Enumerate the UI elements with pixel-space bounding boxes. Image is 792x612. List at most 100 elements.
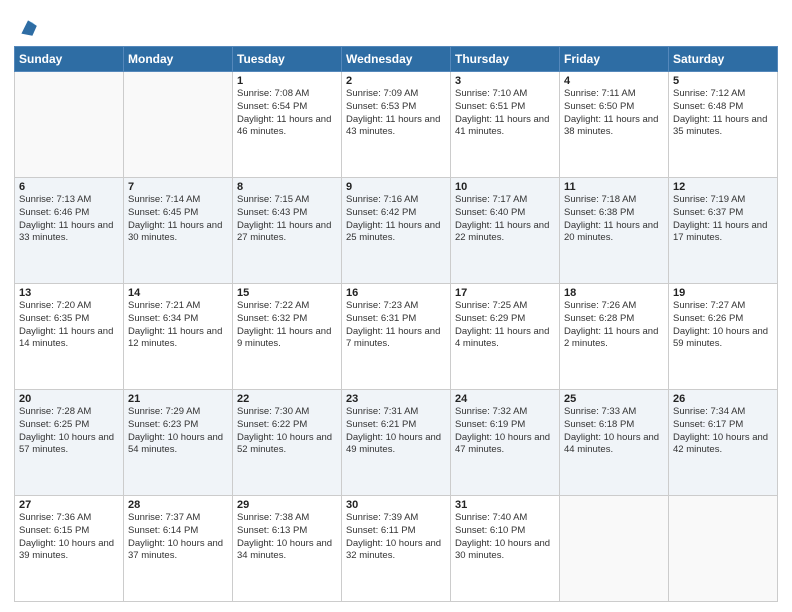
calendar-cell: 19Sunrise: 7:27 AM Sunset: 6:26 PM Dayli… [669,284,778,390]
calendar-cell: 7Sunrise: 7:14 AM Sunset: 6:45 PM Daylig… [124,178,233,284]
day-number: 16 [346,287,446,299]
day-info: Sunrise: 7:38 AM Sunset: 6:13 PM Dayligh… [237,512,337,563]
day-number: 4 [564,75,664,87]
day-info: Sunrise: 7:40 AM Sunset: 6:10 PM Dayligh… [455,512,555,563]
calendar-cell: 23Sunrise: 7:31 AM Sunset: 6:21 PM Dayli… [342,390,451,496]
day-number: 1 [237,75,337,87]
day-number: 2 [346,75,446,87]
calendar-cell: 2Sunrise: 7:09 AM Sunset: 6:53 PM Daylig… [342,72,451,178]
day-number: 27 [19,499,119,511]
calendar-cell: 22Sunrise: 7:30 AM Sunset: 6:22 PM Dayli… [233,390,342,496]
day-number: 12 [673,181,773,193]
day-info: Sunrise: 7:15 AM Sunset: 6:43 PM Dayligh… [237,194,337,245]
calendar-cell [669,496,778,602]
day-info: Sunrise: 7:12 AM Sunset: 6:48 PM Dayligh… [673,88,773,139]
weekday-header-saturday: Saturday [669,47,778,72]
day-info: Sunrise: 7:18 AM Sunset: 6:38 PM Dayligh… [564,194,664,245]
day-number: 3 [455,75,555,87]
day-info: Sunrise: 7:20 AM Sunset: 6:35 PM Dayligh… [19,300,119,351]
day-info: Sunrise: 7:31 AM Sunset: 6:21 PM Dayligh… [346,406,446,457]
day-info: Sunrise: 7:36 AM Sunset: 6:15 PM Dayligh… [19,512,119,563]
calendar-week-2: 6Sunrise: 7:13 AM Sunset: 6:46 PM Daylig… [15,178,778,284]
day-info: Sunrise: 7:17 AM Sunset: 6:40 PM Dayligh… [455,194,555,245]
day-info: Sunrise: 7:28 AM Sunset: 6:25 PM Dayligh… [19,406,119,457]
day-number: 28 [128,499,228,511]
calendar-cell: 12Sunrise: 7:19 AM Sunset: 6:37 PM Dayli… [669,178,778,284]
calendar-cell: 24Sunrise: 7:32 AM Sunset: 6:19 PM Dayli… [451,390,560,496]
weekday-header-wednesday: Wednesday [342,47,451,72]
calendar-week-1: 1Sunrise: 7:08 AM Sunset: 6:54 PM Daylig… [15,72,778,178]
calendar-cell: 26Sunrise: 7:34 AM Sunset: 6:17 PM Dayli… [669,390,778,496]
calendar-cell: 18Sunrise: 7:26 AM Sunset: 6:28 PM Dayli… [560,284,669,390]
calendar-cell: 21Sunrise: 7:29 AM Sunset: 6:23 PM Dayli… [124,390,233,496]
calendar-cell: 13Sunrise: 7:20 AM Sunset: 6:35 PM Dayli… [15,284,124,390]
day-number: 30 [346,499,446,511]
day-number: 31 [455,499,555,511]
calendar-cell: 11Sunrise: 7:18 AM Sunset: 6:38 PM Dayli… [560,178,669,284]
calendar-cell: 29Sunrise: 7:38 AM Sunset: 6:13 PM Dayli… [233,496,342,602]
day-info: Sunrise: 7:23 AM Sunset: 6:31 PM Dayligh… [346,300,446,351]
day-number: 19 [673,287,773,299]
day-info: Sunrise: 7:30 AM Sunset: 6:22 PM Dayligh… [237,406,337,457]
header [14,10,778,38]
calendar-cell: 25Sunrise: 7:33 AM Sunset: 6:18 PM Dayli… [560,390,669,496]
day-info: Sunrise: 7:14 AM Sunset: 6:45 PM Dayligh… [128,194,228,245]
calendar-cell [560,496,669,602]
calendar-cell: 4Sunrise: 7:11 AM Sunset: 6:50 PM Daylig… [560,72,669,178]
day-info: Sunrise: 7:08 AM Sunset: 6:54 PM Dayligh… [237,88,337,139]
day-info: Sunrise: 7:10 AM Sunset: 6:51 PM Dayligh… [455,88,555,139]
day-number: 6 [19,181,119,193]
day-info: Sunrise: 7:21 AM Sunset: 6:34 PM Dayligh… [128,300,228,351]
day-info: Sunrise: 7:33 AM Sunset: 6:18 PM Dayligh… [564,406,664,457]
weekday-header-thursday: Thursday [451,47,560,72]
weekday-header-sunday: Sunday [15,47,124,72]
calendar-cell: 8Sunrise: 7:15 AM Sunset: 6:43 PM Daylig… [233,178,342,284]
day-info: Sunrise: 7:09 AM Sunset: 6:53 PM Dayligh… [346,88,446,139]
calendar-cell: 31Sunrise: 7:40 AM Sunset: 6:10 PM Dayli… [451,496,560,602]
calendar-cell: 30Sunrise: 7:39 AM Sunset: 6:11 PM Dayli… [342,496,451,602]
calendar-week-5: 27Sunrise: 7:36 AM Sunset: 6:15 PM Dayli… [15,496,778,602]
day-number: 22 [237,393,337,405]
day-number: 25 [564,393,664,405]
day-info: Sunrise: 7:27 AM Sunset: 6:26 PM Dayligh… [673,300,773,351]
calendar-cell [15,72,124,178]
day-number: 18 [564,287,664,299]
day-info: Sunrise: 7:32 AM Sunset: 6:19 PM Dayligh… [455,406,555,457]
weekday-header-row: SundayMondayTuesdayWednesdayThursdayFrid… [15,47,778,72]
day-number: 8 [237,181,337,193]
day-info: Sunrise: 7:16 AM Sunset: 6:42 PM Dayligh… [346,194,446,245]
calendar-cell: 3Sunrise: 7:10 AM Sunset: 6:51 PM Daylig… [451,72,560,178]
calendar-cell: 5Sunrise: 7:12 AM Sunset: 6:48 PM Daylig… [669,72,778,178]
day-info: Sunrise: 7:26 AM Sunset: 6:28 PM Dayligh… [564,300,664,351]
calendar-cell: 1Sunrise: 7:08 AM Sunset: 6:54 PM Daylig… [233,72,342,178]
day-number: 17 [455,287,555,299]
calendar-week-4: 20Sunrise: 7:28 AM Sunset: 6:25 PM Dayli… [15,390,778,496]
logo-icon [17,16,39,38]
calendar-cell: 15Sunrise: 7:22 AM Sunset: 6:32 PM Dayli… [233,284,342,390]
day-info: Sunrise: 7:13 AM Sunset: 6:46 PM Dayligh… [19,194,119,245]
day-number: 20 [19,393,119,405]
weekday-header-monday: Monday [124,47,233,72]
calendar-cell: 17Sunrise: 7:25 AM Sunset: 6:29 PM Dayli… [451,284,560,390]
day-number: 14 [128,287,228,299]
calendar-cell: 27Sunrise: 7:36 AM Sunset: 6:15 PM Dayli… [15,496,124,602]
calendar-cell: 6Sunrise: 7:13 AM Sunset: 6:46 PM Daylig… [15,178,124,284]
day-info: Sunrise: 7:37 AM Sunset: 6:14 PM Dayligh… [128,512,228,563]
calendar-cell: 20Sunrise: 7:28 AM Sunset: 6:25 PM Dayli… [15,390,124,496]
weekday-header-tuesday: Tuesday [233,47,342,72]
calendar-cell: 14Sunrise: 7:21 AM Sunset: 6:34 PM Dayli… [124,284,233,390]
weekday-header-friday: Friday [560,47,669,72]
logo [14,10,39,38]
day-info: Sunrise: 7:29 AM Sunset: 6:23 PM Dayligh… [128,406,228,457]
calendar-table: SundayMondayTuesdayWednesdayThursdayFrid… [14,46,778,602]
calendar-cell: 10Sunrise: 7:17 AM Sunset: 6:40 PM Dayli… [451,178,560,284]
day-number: 10 [455,181,555,193]
calendar-cell: 16Sunrise: 7:23 AM Sunset: 6:31 PM Dayli… [342,284,451,390]
day-number: 21 [128,393,228,405]
day-info: Sunrise: 7:11 AM Sunset: 6:50 PM Dayligh… [564,88,664,139]
day-number: 15 [237,287,337,299]
day-info: Sunrise: 7:22 AM Sunset: 6:32 PM Dayligh… [237,300,337,351]
day-number: 29 [237,499,337,511]
calendar-cell [124,72,233,178]
day-number: 26 [673,393,773,405]
